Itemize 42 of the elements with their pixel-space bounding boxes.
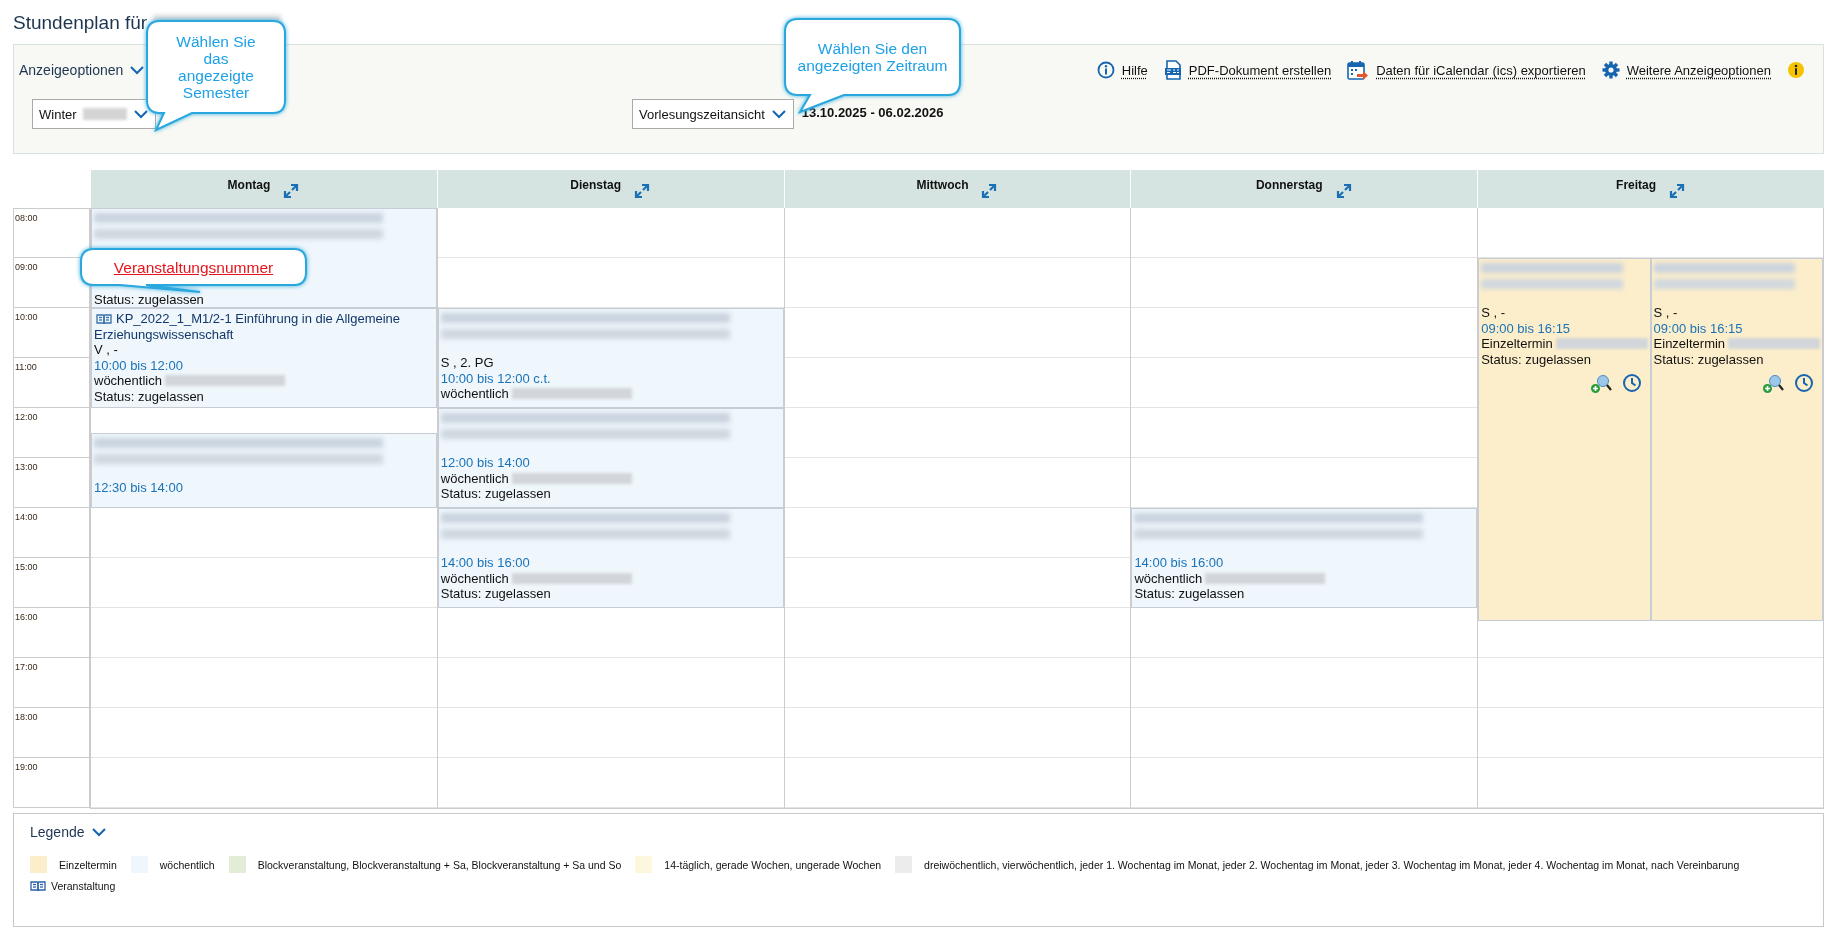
event-time: 12:30 bis 14:00 [94,480,184,496]
event-time: 09:00 bis 16:15 [1481,320,1572,336]
day-name: Mittwoch [916,178,969,192]
event-time: 09:00 bis 16:15 [1653,320,1744,336]
event-status: Status: zugelassen [1653,351,1765,367]
callout-text: Wählen Sie das angezeigte Semester [175,33,257,101]
day-name: Freitag [1616,178,1657,192]
event-time: 12:00 bis 14:00 [440,455,531,471]
event-status: Status: zugelassen [94,388,205,404]
event-recurrence: wöchentlich [440,570,509,586]
legend-label: Veranstaltung [51,880,116,892]
event-recurrence: Einzeltermin [1481,336,1553,352]
event-type: V , - [94,342,119,358]
event-recurrence: wöchentlich [94,373,162,389]
event-recurrence: wöchentlich [440,386,509,402]
legend-label: Einzeltermin [59,858,117,871]
page-title: Stundenplan für [13,11,148,34]
event-status: Status: zugelassen [440,586,552,602]
event-time: 14:00 bis 16:00 [1134,555,1225,571]
event-time: 10:00 bis 12:00 c.t. [440,370,552,386]
event-status: Status: zugelassen [440,486,552,502]
event-status: Status: zugelassen [1481,351,1593,367]
hour-label: 08:00 [13,208,90,258]
day-name: Montag [227,178,271,192]
date-range: 13.10.2025 - 06.02.2026 [801,105,945,120]
event-recurrence: Einzeltermin [1653,336,1726,352]
event-type: S , - [1653,305,1679,321]
event-status: Status: zugelassen [94,291,205,307]
day-name: Donnerstag [1255,178,1323,192]
event-recurrence: wöchentlich [440,470,509,486]
legend-label: wöchentlich [159,858,215,871]
event-time: 10:00 bis 12:00 [94,357,184,373]
legend-label: Blockveranstaltung, Blockveranstaltung + Sa, Blockveranstaltung + Sa und So [257,858,622,871]
legend-label: dreiwöchentlich, vierwöchentlich, jeder 1. Wochentag im Monat, jeder 2. Wochentag im Monat, jeder 3. Wochentag im Monat, jeder 4. Wochentag im Monat, nach Vereinbarung [924,858,1740,871]
day-name: Dienstag [570,178,622,192]
event-time: 14:00 bis 16:00 [440,555,531,571]
event-type: S , 2. PG [440,355,495,371]
event-status: Status: zugelassen [1134,586,1246,602]
callout-text: Wählen Sie den angezeigten Zeitraum [797,40,948,74]
legend-label: 14-täglich, gerade Wochen, ungerade Wochen [664,858,882,871]
event-type: S , - [1481,305,1507,321]
event-recurrence: wöchentlich [1134,570,1203,586]
